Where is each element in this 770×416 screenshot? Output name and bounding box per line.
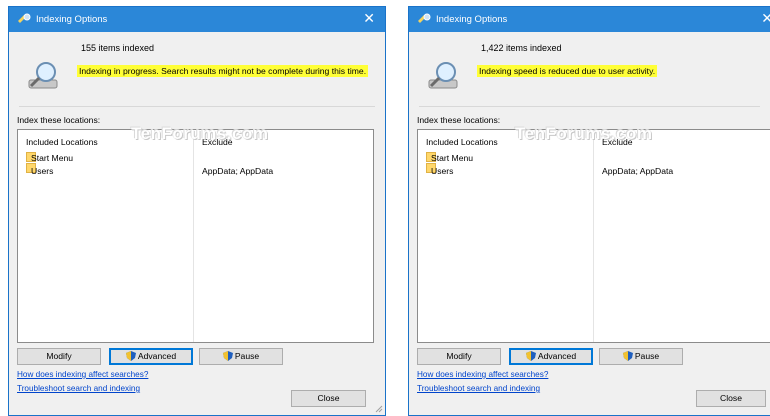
advanced-button-label: Advanced [537, 351, 577, 361]
separator [419, 106, 760, 107]
watermark-text: TenForums.com [131, 124, 269, 143]
pause-button-label: Pause [234, 351, 260, 361]
close-button[interactable]: Close [291, 390, 366, 407]
close-button[interactable]: Close [696, 390, 766, 407]
title-bar[interactable]: Indexing Options ✕ [409, 7, 770, 32]
indexing-options-window-1: Indexing Options ✕ 155 items indexed Ind… [8, 6, 386, 416]
advanced-button[interactable]: Advanced [109, 348, 193, 365]
index-locations-label: Index these locations: [417, 115, 501, 125]
items-indexed-count: 1,422 items indexed [481, 43, 562, 53]
close-window-button[interactable]: ✕ [363, 10, 375, 27]
pause-button[interactable]: Pause [599, 348, 683, 365]
resize-grip-icon[interactable] [375, 405, 383, 413]
items-indexed-count: 155 items indexed [81, 43, 155, 53]
locations-list[interactable]: Included Locations Exclude Start Menu Us… [17, 129, 374, 343]
window-title: Indexing Options [436, 14, 508, 25]
col-included-locations[interactable]: Included Locations [426, 137, 498, 147]
link-troubleshoot-search-indexing[interactable]: Troubleshoot search and indexing [417, 384, 540, 393]
close-window-button[interactable]: ✕ [761, 10, 770, 27]
index-locations-label: Index these locations: [17, 115, 101, 125]
uac-shield-icon [525, 351, 536, 361]
pause-button[interactable]: Pause [199, 348, 283, 365]
row-location-users[interactable]: Users [31, 166, 53, 176]
indexing-app-icon [418, 13, 431, 23]
separator [19, 106, 375, 107]
indexing-app-icon [18, 13, 31, 23]
column-divider [193, 132, 194, 342]
uac-shield-icon [222, 351, 233, 361]
row-exclude-users: AppData; AppData [602, 166, 674, 176]
indexing-status-icon [28, 62, 58, 89]
window-title: Indexing Options [36, 14, 108, 25]
indexing-status-icon [428, 62, 458, 89]
row-exclude-users: AppData; AppData [202, 166, 274, 176]
pause-button-label: Pause [634, 351, 660, 361]
advanced-button[interactable]: Advanced [509, 348, 593, 365]
uac-shield-icon [622, 351, 633, 361]
title-bar[interactable]: Indexing Options ✕ [9, 7, 385, 32]
link-how-indexing-affects-searches[interactable]: How does indexing affect searches? [17, 370, 148, 379]
row-location-start-menu[interactable]: Start Menu [431, 153, 473, 163]
row-location-start-menu[interactable]: Start Menu [31, 153, 73, 163]
link-troubleshoot-search-indexing[interactable]: Troubleshoot search and indexing [17, 384, 140, 393]
watermark-text: TenForums.com [515, 124, 653, 143]
col-included-locations[interactable]: Included Locations [26, 137, 98, 147]
modify-button[interactable]: Modify [17, 348, 101, 365]
modify-button-label: Modify [46, 351, 72, 361]
link-how-indexing-affects-searches[interactable]: How does indexing affect searches? [417, 370, 548, 379]
modify-button[interactable]: Modify [417, 348, 501, 365]
locations-list[interactable]: Included Locations Exclude Start Menu Us… [417, 129, 770, 343]
indexing-status-message: Indexing in progress. Search results mig… [77, 65, 369, 77]
column-divider [593, 132, 594, 342]
row-location-users[interactable]: Users [431, 166, 453, 176]
uac-shield-icon [125, 351, 136, 361]
indexing-status-message: Indexing speed is reduced due to user ac… [477, 65, 658, 77]
indexing-options-window-2: Indexing Options ✕ 1,422 items indexed I… [408, 6, 770, 416]
modify-button-label: Modify [446, 351, 472, 361]
advanced-button-label: Advanced [137, 351, 177, 361]
